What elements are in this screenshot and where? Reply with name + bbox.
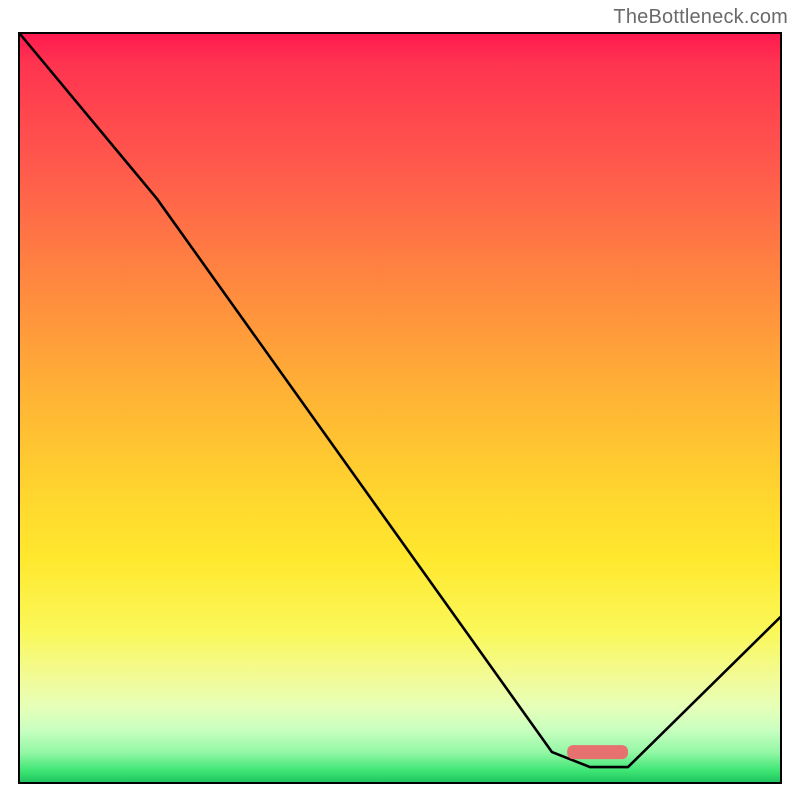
bottleneck-curve [20, 34, 780, 767]
optimal-marker [567, 745, 628, 759]
chart-svg [20, 34, 780, 782]
plot-frame [18, 32, 782, 784]
watermark-text: TheBottleneck.com [613, 6, 788, 29]
chart-container: TheBottleneck.com [0, 0, 800, 800]
